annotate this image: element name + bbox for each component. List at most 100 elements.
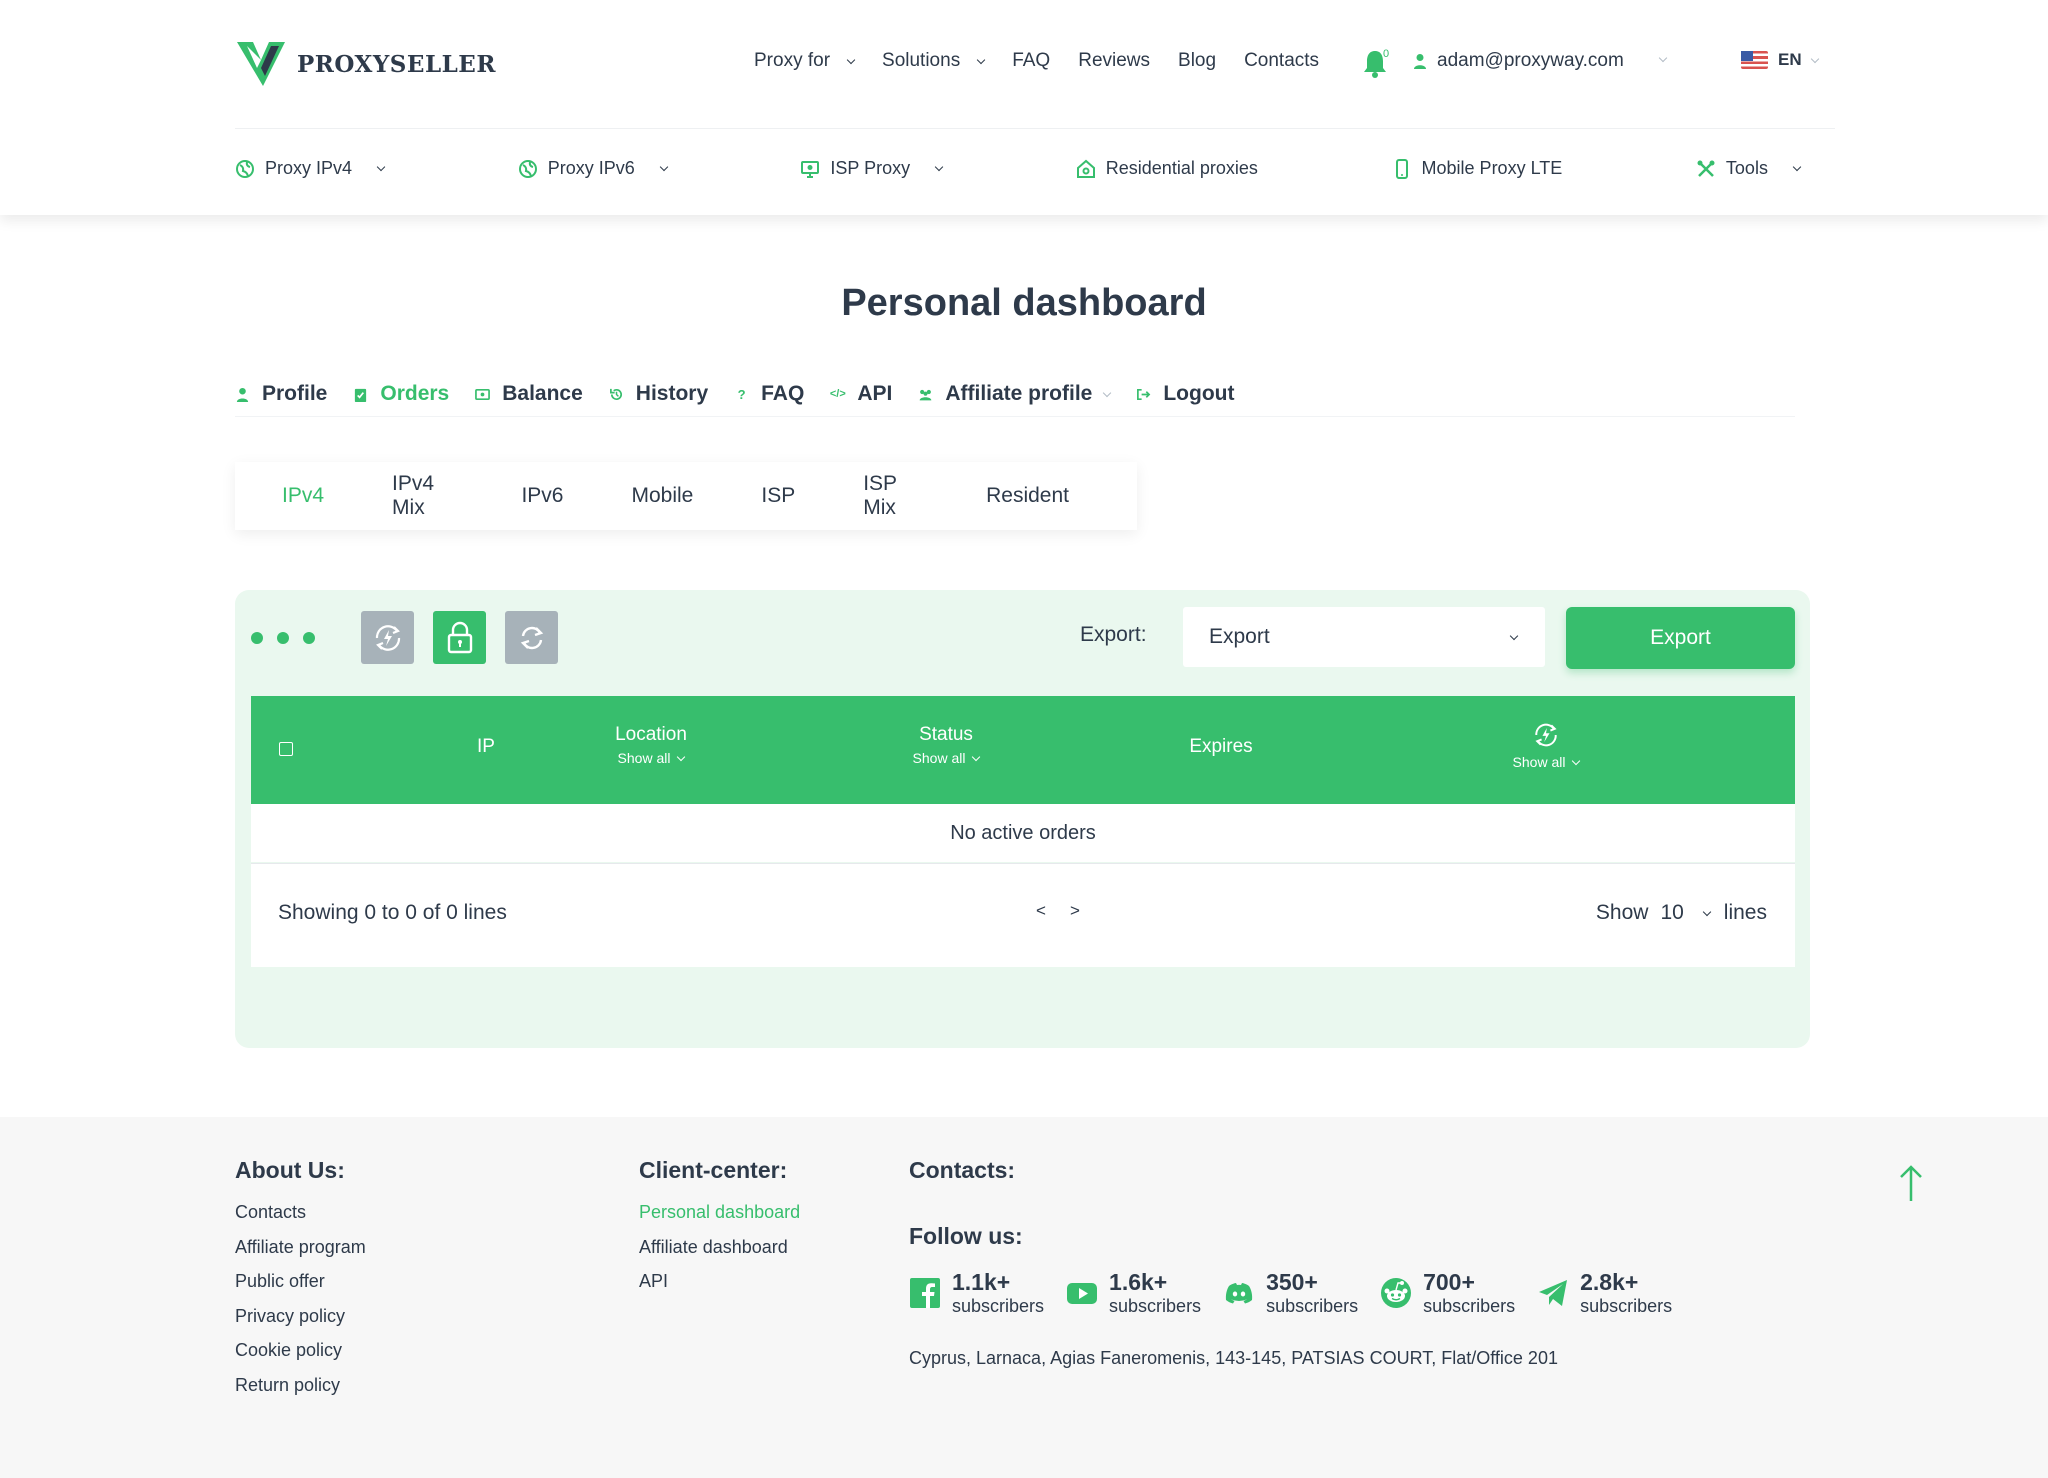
export-select-value: Export — [1209, 625, 1270, 648]
user-menu[interactable]: adam@proxyway.com — [1413, 50, 1624, 72]
footer-link-personal-dashboard[interactable]: Personal dashboard — [639, 1202, 800, 1237]
tab-mobile[interactable]: Mobile — [631, 484, 693, 508]
tab-history[interactable]: History — [609, 382, 708, 406]
prodnav-isp-proxy[interactable]: ISP Proxy — [800, 158, 944, 179]
social-youtube[interactable]: 1.6k+ subscribers — [1066, 1269, 1201, 1317]
chevron-down-icon[interactable] — [1658, 53, 1668, 63]
wallet-icon — [475, 388, 491, 400]
social-stat: 1.6k+ subscribers — [1109, 1269, 1201, 1317]
empty-table-message: No active orders — [251, 804, 1795, 862]
tab-resident[interactable]: Resident — [986, 484, 1069, 508]
tab-isp[interactable]: ISP — [761, 484, 795, 508]
footer-heading: Contacts: — [909, 1157, 1016, 1183]
export-label: Export: — [1080, 623, 1147, 646]
chevron-down-icon — [1792, 162, 1802, 172]
table-header: IP Location Show all Status Show all Exp… — [251, 696, 1795, 804]
logo-icon — [237, 42, 285, 86]
footer-link-affiliate-program[interactable]: Affiliate program — [235, 1237, 366, 1272]
divider — [235, 128, 1835, 129]
autorenew-button[interactable] — [361, 611, 414, 664]
tab-logout[interactable]: Logout — [1136, 382, 1234, 406]
logo[interactable]: PROXYSELLER — [235, 40, 496, 88]
tab-api[interactable]: </> API — [830, 382, 892, 406]
column-label: Status — [919, 724, 973, 745]
subscriber-label: subscribers — [1266, 1296, 1359, 1316]
language-selector[interactable]: EN — [1741, 50, 1819, 70]
export-button[interactable]: Export — [1566, 607, 1795, 669]
footer-link-privacy-policy[interactable]: Privacy policy — [235, 1306, 366, 1341]
prodnav-label: Residential proxies — [1105, 158, 1258, 178]
tab-ipv6[interactable]: IPv6 — [521, 484, 563, 508]
footer-link-public-offer[interactable]: Public offer — [235, 1271, 366, 1306]
nav-faq[interactable]: FAQ — [1012, 50, 1050, 72]
table-footer: Showing 0 to 0 of 0 lines < > Show 10 li… — [251, 863, 1795, 967]
clipboard-icon — [355, 388, 367, 402]
chevron-down-icon — [1509, 631, 1519, 640]
tab-orders[interactable]: Orders — [353, 382, 449, 406]
export-format-select[interactable]: Export — [1183, 607, 1545, 667]
lock-button[interactable] — [433, 611, 486, 664]
autorenew-icon — [1535, 723, 1557, 747]
footer-link-cookie-policy[interactable]: Cookie policy — [235, 1340, 366, 1375]
prodnav-mobile-lte[interactable]: Mobile Proxy LTE — [1392, 158, 1562, 179]
column-expires: Expires — [1131, 736, 1311, 758]
footer-link-affiliate-dashboard[interactable]: Affiliate dashboard — [639, 1237, 800, 1272]
tab-affiliate-profile[interactable]: Affiliate profile — [918, 382, 1112, 406]
more-options-icon[interactable] — [251, 632, 315, 644]
orders-panel: Export: Export Export IP Location Show a… — [235, 590, 1810, 1048]
refresh-button[interactable] — [505, 611, 558, 664]
prodnav-label: Proxy IPv4 — [265, 158, 353, 178]
youtube-icon — [1067, 1283, 1098, 1304]
social-stat: 350+ subscribers — [1266, 1269, 1358, 1317]
facebook-icon — [910, 1278, 940, 1308]
tab-isp-mix[interactable]: ISP Mix — [863, 472, 918, 520]
subscriber-label: subscribers — [1580, 1296, 1673, 1316]
prodnav-tools[interactable]: Tools — [1696, 158, 1802, 179]
prodnav-residential[interactable]: Residential proxies — [1076, 158, 1258, 179]
arrow-up-icon[interactable] — [1898, 1163, 1924, 1203]
footer-link-api[interactable]: API — [639, 1271, 800, 1306]
globe-icon — [236, 159, 254, 178]
nav-contacts[interactable]: Contacts — [1244, 50, 1319, 72]
social-reddit[interactable]: 700+ subscribers — [1380, 1269, 1515, 1317]
nav-blog[interactable]: Blog — [1178, 50, 1216, 72]
tab-balance[interactable]: Balance — [475, 382, 583, 406]
users-icon — [919, 389, 932, 400]
footer-link-contacts[interactable]: Contacts — [235, 1202, 366, 1237]
subscriber-count: 2.8k+ — [1580, 1269, 1639, 1295]
proxy-type-tabs: IPv4 IPv4 Mix IPv6 Mobile ISP ISP Mix Re… — [235, 462, 1137, 530]
social-telegram[interactable]: 2.8k+ subscribers — [1537, 1269, 1672, 1317]
phone-icon — [1395, 158, 1408, 179]
tab-ipv4[interactable]: IPv4 — [282, 484, 324, 508]
logo-text: PROXYSELLER — [297, 50, 496, 78]
footer-link-return-policy[interactable]: Return policy — [235, 1375, 366, 1410]
tab-faq[interactable]: ? FAQ — [734, 382, 805, 406]
subscriber-label: subscribers — [1109, 1296, 1202, 1316]
chevron-down-icon[interactable] — [1702, 907, 1712, 916]
pagination: < > — [1036, 901, 1080, 921]
nav-solutions[interactable]: Solutions — [882, 50, 986, 72]
filter-label: Show all — [912, 750, 966, 766]
discord-icon — [1225, 1283, 1253, 1304]
prodnav-label: Tools — [1725, 158, 1768, 178]
nav-proxy-for[interactable]: Proxy for — [754, 50, 856, 72]
tab-profile[interactable]: Profile — [235, 382, 327, 406]
page-size: Show 10 lines — [1596, 901, 1767, 925]
status-filter[interactable]: Show all — [856, 750, 1036, 766]
logout-icon — [1137, 388, 1151, 400]
prodnav-proxy-ipv4[interactable]: Proxy IPv4 — [235, 158, 386, 179]
nav-label: Solutions — [882, 50, 961, 71]
tab-ipv4-mix[interactable]: IPv4 Mix — [392, 472, 453, 520]
page-size-select[interactable]: 10 — [1660, 901, 1683, 925]
prodnav-proxy-ipv6[interactable]: Proxy IPv6 — [518, 158, 668, 179]
next-page-button[interactable]: > — [1070, 901, 1080, 921]
company-address: Cyprus, Larnaca, Agias Faneromenis, 143-… — [909, 1348, 1558, 1368]
social-discord[interactable]: 350+ subscribers — [1223, 1269, 1358, 1317]
autorenew-filter[interactable]: Show all — [1471, 754, 1621, 770]
location-filter[interactable]: Show all — [561, 750, 741, 766]
prev-page-button[interactable]: < — [1036, 901, 1046, 921]
select-all-checkbox[interactable] — [279, 742, 293, 756]
social-facebook[interactable]: 1.1k+ subscribers — [909, 1269, 1044, 1317]
question-icon: ? — [737, 386, 746, 402]
nav-reviews[interactable]: Reviews — [1078, 50, 1150, 72]
